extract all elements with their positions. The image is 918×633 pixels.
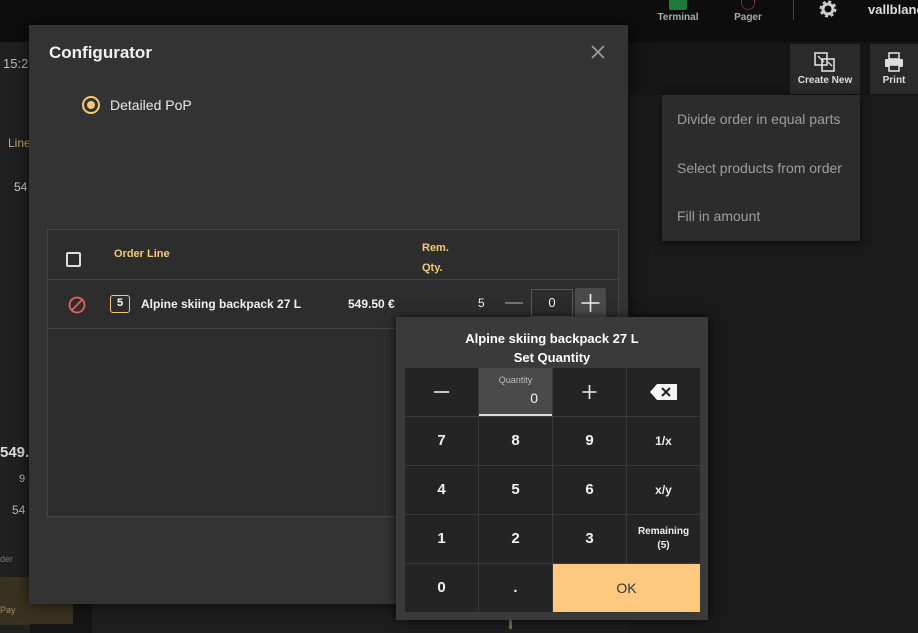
menu-item-fill-amount[interactable]: Fill in amount	[662, 192, 860, 241]
column-rem-qty: Rem. Qty.	[422, 238, 462, 278]
dialog-title: Configurator	[49, 43, 152, 62]
pay-label: Pay	[0, 605, 16, 615]
column-rem-qty-line2: Qty.	[422, 262, 443, 274]
key-0[interactable]: 0	[405, 564, 478, 612]
gear-icon[interactable]	[818, 0, 838, 18]
amount-text: 54	[14, 180, 28, 194]
quantity-display-value: 0	[530, 390, 538, 406]
column-order-line: Order Line	[114, 248, 170, 260]
key-8[interactable]: 8	[479, 417, 552, 465]
divider	[793, 0, 794, 20]
increment-button[interactable]	[575, 288, 606, 318]
key-4[interactable]: 4	[405, 466, 478, 514]
quantity-keypad: Alpine skiing backpack 27 L Set Quantity…	[396, 317, 708, 620]
side-text: der	[0, 554, 14, 564]
keypad-product-name: Alpine skiing backpack 27 L	[465, 331, 639, 346]
detailed-pop-label: Detailed PoP	[110, 97, 192, 113]
menu-item-select-products[interactable]: Select products from order	[662, 144, 860, 193]
menu-item-divide-equal[interactable]: Divide order in equal parts	[662, 95, 860, 144]
close-icon[interactable]	[587, 41, 609, 63]
backspace-icon	[650, 384, 677, 400]
key-6[interactable]: 6	[553, 466, 626, 514]
time-text: 15:2	[3, 56, 29, 71]
key-decimal[interactable]: .	[479, 564, 552, 612]
total-text: 549.	[0, 444, 30, 461]
key-5[interactable]: 5	[479, 466, 552, 514]
pay-button[interactable]: Pay	[0, 577, 30, 625]
plus-icon	[582, 385, 597, 399]
quantity-display-label: Quantity	[498, 375, 533, 385]
ok-button[interactable]: OK	[553, 564, 700, 612]
pager-icon	[741, 0, 755, 10]
keypad-title: Alpine skiing backpack 27 L Set Quantity	[396, 329, 708, 367]
keypad-plus-button[interactable]	[553, 368, 626, 416]
product-name: Alpine skiing backpack 27 L	[141, 297, 302, 311]
key-inverse[interactable]: 1/x	[627, 417, 700, 465]
line-header: Line	[8, 136, 31, 150]
key-9[interactable]: 9	[553, 417, 626, 465]
sub-text-2: 54	[12, 503, 26, 517]
remaining-label: Remaining	[637, 526, 690, 537]
remaining-value: (5)	[657, 540, 670, 551]
remaining-button[interactable]: Remaining (5)	[627, 515, 700, 563]
key-7[interactable]: 7	[405, 417, 478, 465]
terminal-button[interactable]: Terminal	[648, 0, 708, 40]
remaining-quantity: 5	[478, 296, 485, 310]
monitor-icon	[669, 0, 687, 10]
printer-icon	[885, 52, 903, 72]
decrement-button[interactable]	[503, 291, 525, 315]
left-panel: 15:2 Line 54 549. 9 54 der Pay	[0, 42, 31, 633]
select-all-checkbox[interactable]	[66, 252, 81, 267]
backspace-button[interactable]	[627, 368, 700, 416]
detailed-pop-radio[interactable]	[82, 96, 100, 114]
product-price: 549.50 €	[348, 297, 395, 311]
pay-button-base	[29, 604, 73, 624]
split-icon	[814, 52, 835, 72]
prohibited-icon[interactable]	[68, 296, 86, 314]
user-name[interactable]: vallblanc	[868, 2, 918, 17]
key-3[interactable]: 3	[553, 515, 626, 563]
pager-button[interactable]: Pager	[718, 0, 778, 40]
minus-icon	[434, 391, 449, 393]
create-new-button[interactable]: Create New	[790, 44, 860, 94]
split-options-menu: Divide order in equal parts Select produ…	[662, 95, 860, 241]
table-header: Order Line Rem. Qty.	[48, 230, 618, 280]
keypad-subtitle: Set Quantity	[513, 350, 591, 365]
column-rem-qty-line1: Rem.	[422, 242, 449, 254]
quantity-display[interactable]: Quantity 0	[479, 368, 552, 416]
pager-label: Pager	[734, 12, 762, 23]
key-1[interactable]: 1	[405, 515, 478, 563]
create-new-label: Create New	[797, 75, 853, 86]
quantity-badge: 5	[110, 295, 130, 313]
plus-icon	[581, 294, 600, 312]
keypad-minus-button[interactable]	[405, 368, 478, 416]
key-fraction[interactable]: x/y	[627, 466, 700, 514]
print-label: Print	[882, 75, 906, 86]
key-2[interactable]: 2	[479, 515, 552, 563]
terminal-label: Terminal	[657, 12, 699, 23]
quantity-input[interactable]: 0	[531, 289, 573, 317]
print-button[interactable]: Print	[870, 44, 918, 94]
sub-text-1: 9	[19, 473, 26, 485]
